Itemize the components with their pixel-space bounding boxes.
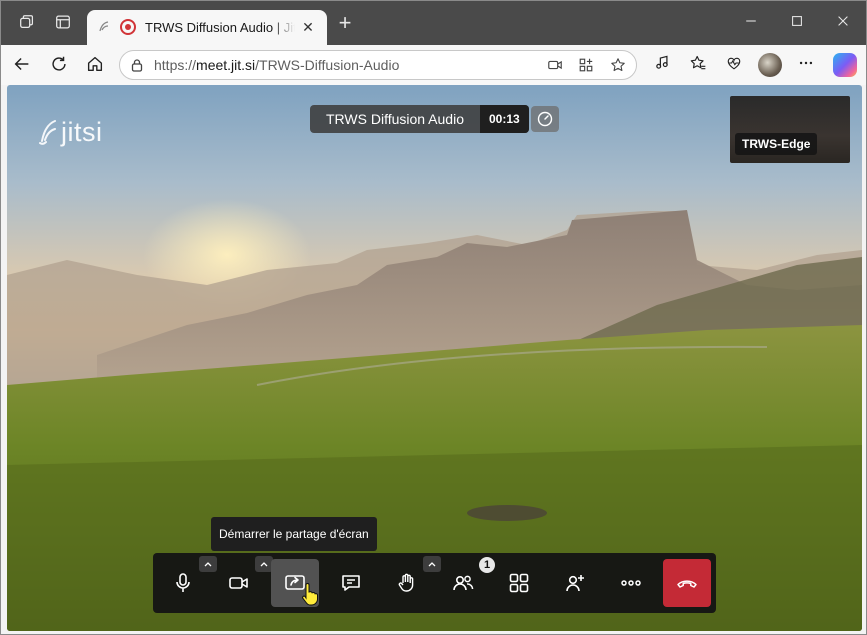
hangup-button[interactable]	[663, 559, 711, 607]
invite-icon	[566, 575, 584, 592]
conference-timer: 00:13	[480, 105, 529, 133]
camera-permission-icon[interactable]	[546, 57, 564, 75]
participants-count-badge: 1	[479, 557, 495, 573]
address-bar[interactable]: https://meet.jit.si/TRWS-Diffusion-Audio	[119, 50, 637, 80]
conference-name: TRWS Diffusion Audio	[326, 111, 464, 127]
browser-essentials-icon[interactable]	[723, 54, 745, 76]
conference-info: TRWS Diffusion Audio 00:13	[310, 105, 529, 133]
screen-share-tooltip: Démarrer le partage d'écran	[211, 517, 377, 551]
refresh-icon[interactable]	[48, 54, 70, 76]
settings-more-icon[interactable]	[795, 54, 817, 76]
jitsi-wordmark: jitsi	[61, 117, 103, 147]
chat-icon	[342, 575, 360, 591]
tab-actions-icon[interactable]	[53, 13, 73, 33]
background-landscape	[7, 210, 862, 631]
url-text[interactable]: https://meet.jit.si/TRWS-Diffusion-Audio	[154, 57, 399, 73]
recording-indicator-icon	[120, 19, 136, 35]
media-control-icon[interactable]	[651, 54, 673, 76]
chat-button[interactable]	[327, 559, 375, 607]
tab-title: TRWS Diffusion Audio | Jitsi Meet	[145, 20, 295, 35]
home-icon[interactable]	[84, 54, 106, 76]
lock-icon[interactable]	[130, 58, 144, 72]
connection-quality-button[interactable]	[531, 106, 559, 132]
url-scheme: https://	[154, 57, 197, 73]
chevron-up-icon	[204, 562, 212, 567]
meeting-stage: jitsi TRWS Diffusion Audio 00:13 TRWS-Ed…	[7, 85, 862, 631]
active-tab[interactable]: TRWS Diffusion Audio | Jitsi Meet ✕	[87, 10, 327, 45]
hand-cursor-icon	[302, 583, 319, 606]
favorites-icon[interactable]	[687, 54, 709, 76]
camera-icon	[229, 577, 248, 589]
browser-toolbar: https://meet.jit.si/TRWS-Diffusion-Audio	[1, 45, 866, 85]
jitsi-favicon-icon	[97, 20, 111, 34]
more-actions-button[interactable]	[607, 559, 655, 607]
browser-window: TRWS Diffusion Audio | Jitsi Meet ✕ + ht…	[0, 0, 867, 635]
participants-icon	[453, 575, 474, 591]
tile-view-icon	[509, 573, 529, 593]
participant-thumbnail[interactable]: TRWS-Edge	[730, 96, 850, 163]
chevron-up-icon	[428, 562, 436, 567]
meeting-toolbox: 1	[153, 553, 716, 613]
tile-view-button[interactable]	[495, 559, 543, 607]
tab-close-button[interactable]: ✕	[299, 18, 317, 36]
workspaces-icon[interactable]	[17, 13, 37, 33]
jitsi-logo-icon	[39, 120, 56, 145]
jitsi-logo: jitsi	[37, 117, 103, 151]
maximize-icon[interactable]	[787, 13, 807, 33]
back-icon[interactable]	[11, 54, 33, 76]
favorite-star-icon[interactable]	[609, 57, 627, 75]
more-icon	[621, 580, 641, 586]
invite-people-button[interactable]	[551, 559, 599, 607]
close-window-icon[interactable]	[833, 13, 853, 33]
minimize-icon[interactable]	[741, 13, 761, 33]
new-tab-button[interactable]: +	[335, 12, 355, 34]
participant-name: TRWS-Edge	[735, 133, 818, 155]
app-available-icon[interactable]	[577, 57, 595, 75]
speedometer-icon	[537, 111, 553, 127]
tab-strip: TRWS Diffusion Audio | Jitsi Meet ✕ +	[1, 1, 866, 45]
url-path: /TRWS-Diffusion-Audio	[255, 57, 400, 73]
profile-avatar[interactable]	[758, 53, 782, 77]
chevron-up-icon	[260, 562, 268, 567]
hangup-icon	[677, 580, 697, 588]
url-host: meet.jit.si	[196, 57, 256, 73]
microphone-icon	[176, 573, 190, 592]
copilot-icon[interactable]	[833, 53, 857, 77]
raise-hand-icon	[398, 573, 414, 592]
